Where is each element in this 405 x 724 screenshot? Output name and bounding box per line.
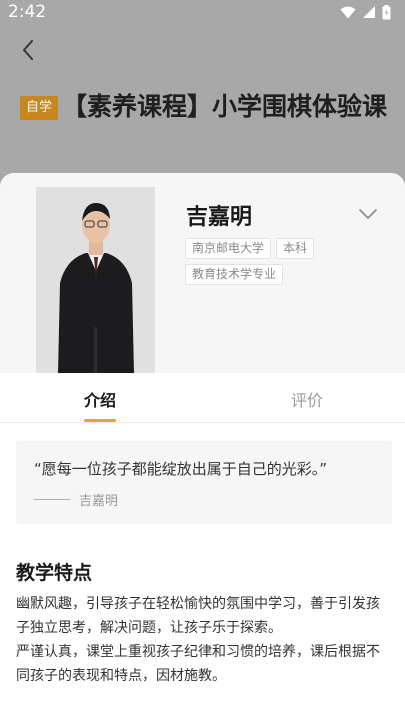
- teacher-bottom-sheet: 吉嘉明 南京邮电大学 本科 教育技术学专业 介绍 评价 “愿每一位孩子都能绽放出…: [0, 173, 405, 724]
- tab-intro[interactable]: 介绍: [84, 387, 116, 411]
- quote-author-name: 吉嘉明: [79, 494, 119, 509]
- signal-icon: [363, 6, 375, 18]
- teacher-tag: 本科: [276, 238, 315, 259]
- teaching-paragraph: 幽默风趣，引导孩子在轻松愉快的氛围中学习，善于引发孩子独立思考，解决问题，让孩子…: [16, 596, 380, 636]
- teacher-tags: 南京邮电大学 本科 教育技术学专业: [185, 238, 345, 285]
- teacher-tag: 南京邮电大学: [185, 238, 272, 259]
- status-time: 2:42: [8, 2, 47, 22]
- back-arrow-icon: [23, 40, 33, 60]
- teacher-card: 吉嘉明 南京邮电大学 本科 教育技术学专业: [0, 173, 405, 373]
- quote-box: “愿每一位孩子都能绽放出属于自己的光彩。” 吉嘉明: [16, 441, 392, 524]
- self-study-tag: 自学: [20, 96, 59, 120]
- chevron-down-icon: [359, 209, 377, 219]
- battery-icon: [382, 4, 391, 19]
- quote-text: “愿每一位孩子都能绽放出属于自己的光彩。”: [34, 460, 328, 478]
- teaching-features-body: 幽默风趣，引导孩子在轻松愉快的氛围中学习，善于引发孩子独立思考，解决问题，让孩子…: [16, 592, 392, 688]
- teacher-tag: 教育技术学专业: [185, 264, 284, 285]
- tab-bar: 介绍 评价: [0, 373, 405, 423]
- quote-author: 吉嘉明: [34, 490, 118, 509]
- quote-dash: [34, 499, 70, 500]
- teacher-photo: [36, 187, 155, 373]
- active-tab-indicator: [84, 419, 116, 422]
- status-icons: [340, 4, 391, 20]
- course-title: 自学 【素养课程】小学围棋体验课: [20, 86, 392, 128]
- back-button[interactable]: [14, 36, 42, 64]
- teacher-name: 吉嘉明: [186, 205, 253, 230]
- wifi-icon: [340, 6, 356, 18]
- dimmed-course-header: 2:42 自学 【素养课程】小学围棋体验课: [0, 0, 405, 190]
- teaching-features-title: 教学特点: [16, 562, 93, 584]
- status-bar: 2:42: [0, 0, 405, 24]
- expand-button[interactable]: [357, 203, 379, 225]
- tab-review[interactable]: 评价: [291, 387, 323, 411]
- teaching-paragraph: 严谨认真，课堂上重视孩子纪律和习惯的培养，课后根据不同孩子的表现和特点，因材施教…: [16, 644, 380, 684]
- course-title-text: 【素养课程】小学围棋体验课: [62, 92, 388, 121]
